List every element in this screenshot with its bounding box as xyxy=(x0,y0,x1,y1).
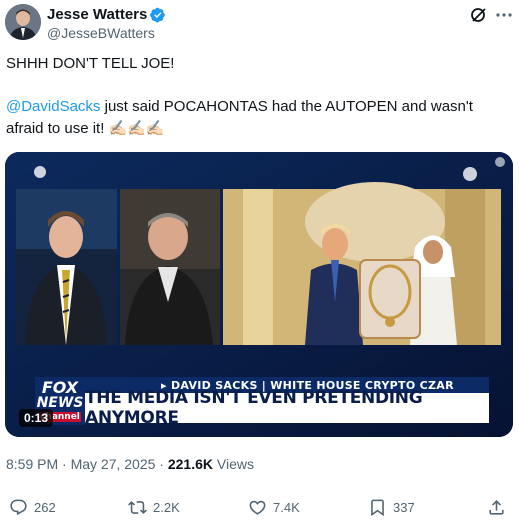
like-icon xyxy=(249,500,266,515)
video-duration: 0:13 xyxy=(19,409,54,427)
tweet: Jesse Watters @JesseBWatters SHHH DON'T … xyxy=(0,0,519,526)
author-name[interactable]: Jesse Watters xyxy=(47,6,147,23)
verified-badge-icon xyxy=(150,7,166,23)
tweet-header: Jesse Watters @JesseBWatters xyxy=(0,0,519,48)
bookmark-button[interactable]: 337 xyxy=(368,498,415,517)
share-button[interactable] xyxy=(487,498,512,517)
tweet-text-line2: @DavidSacks just said POCAHONTAS had the… xyxy=(6,96,511,140)
bookmark-count: 337 xyxy=(393,500,415,515)
tweet-text-line1: SHHH DON'T TELL JOE! xyxy=(6,55,175,72)
action-bar: 262 2.2K 7.4K 337 xyxy=(0,498,519,522)
video-player[interactable]: FOX NEWS channel ▸ DAVID SACKS | WHITE H… xyxy=(5,152,513,437)
like-button[interactable]: 7.4K xyxy=(248,498,300,517)
repost-count: 2.2K xyxy=(153,500,180,515)
like-count: 7.4K xyxy=(273,500,300,515)
reply-icon xyxy=(10,499,27,516)
timestamp[interactable]: 8:59 PM · May 27, 2025 · xyxy=(6,456,168,472)
name-row: Jesse Watters xyxy=(47,6,166,23)
logo-line2: NEWS xyxy=(36,395,84,411)
share-icon xyxy=(489,500,504,515)
reply-button[interactable]: 262 xyxy=(9,498,56,517)
bookmark-icon xyxy=(371,499,384,517)
logo-line1: FOX xyxy=(41,378,79,397)
views-label: Views xyxy=(213,456,254,472)
views-count: 221.6K xyxy=(167,456,214,472)
chyron-main: THE MEDIA ISN'T EVEN PRETENDING ANYMORE xyxy=(85,388,489,428)
avatar[interactable] xyxy=(5,4,41,40)
grok-icon[interactable] xyxy=(470,6,488,24)
repost-icon xyxy=(128,501,147,514)
more-icon[interactable] xyxy=(494,5,514,25)
reply-count: 262 xyxy=(34,500,56,515)
author-handle[interactable]: @JesseBWatters xyxy=(47,25,155,41)
mention-link[interactable]: @DavidSacks xyxy=(6,98,100,115)
tweet-meta: 8:59 PM · May 27, 2025 · 221.6K Views xyxy=(6,456,254,472)
repost-button[interactable]: 2.2K xyxy=(128,498,180,517)
